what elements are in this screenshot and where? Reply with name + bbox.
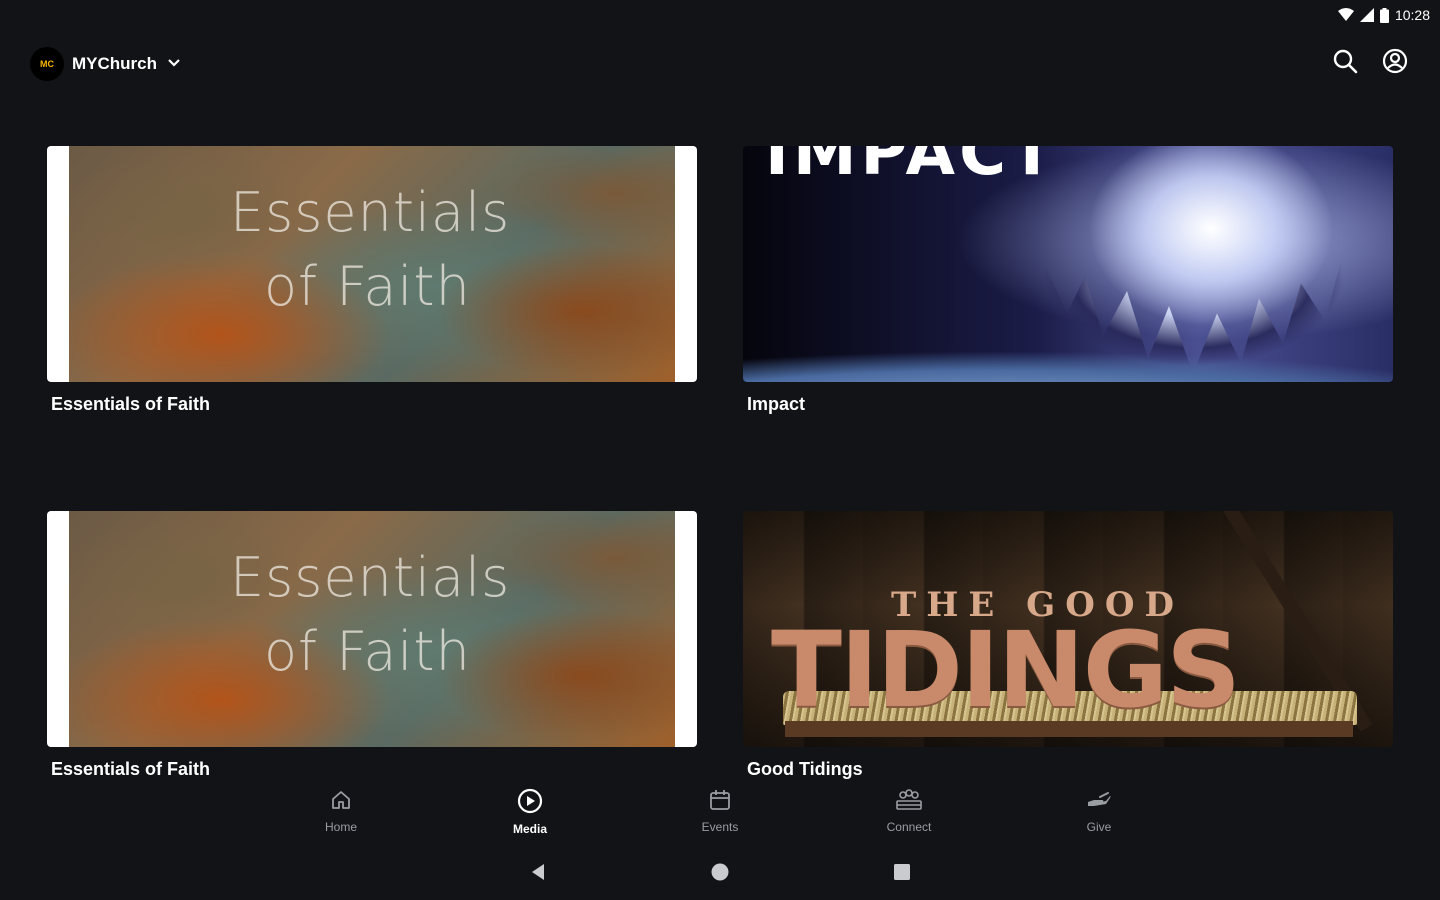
nav-events[interactable]: Events (675, 788, 765, 834)
media-card[interactable]: IMPACT Impact (743, 146, 1393, 415)
play-circle-icon (517, 788, 543, 819)
artwork-text: IMPACT (765, 146, 1058, 190)
nav-media[interactable]: Media (485, 788, 575, 836)
app-bar: MC MYChurch (30, 44, 1410, 84)
series-artwork: IMPACT (743, 146, 1393, 382)
nav-home[interactable]: Home (296, 788, 386, 834)
church-logo: MC (30, 47, 64, 81)
media-title: Essentials of Faith (51, 394, 211, 414)
nav-give[interactable]: Give (1054, 788, 1144, 834)
nav-label: Media (512, 822, 547, 836)
bottom-navigation: Home Media Events Connect Give (0, 788, 1440, 844)
artwork-text: Essentials of Faith (230, 541, 510, 689)
account-button[interactable] (1380, 48, 1410, 78)
artwork-line: of Faith (264, 255, 471, 318)
artwork-line: Essentials (230, 181, 511, 244)
media-card[interactable]: Essentials of Faith Essentials of Faith (47, 511, 697, 780)
clock: 10:28 (1394, 7, 1430, 23)
artwork-text: Essentials of Faith (230, 176, 510, 324)
app-actions (1330, 48, 1410, 78)
series-artwork: Essentials of Faith (47, 511, 697, 747)
chevron-down-icon (167, 55, 181, 73)
artwork-text: TIDINGS (771, 609, 1241, 731)
account-circle-icon (1382, 48, 1408, 79)
nav-label: Connect (886, 820, 932, 834)
status-bar: 10:28 (1337, 0, 1440, 30)
church-selector[interactable]: MC MYChurch (30, 47, 181, 81)
media-card[interactable]: THE GOOD TIDINGS Good Tidings (743, 511, 1393, 780)
cell-signal-icon (1359, 8, 1374, 22)
media-title: Essentials of Faith (51, 759, 211, 779)
nav-label: Home (324, 820, 357, 834)
church-name: MYChurch (72, 54, 157, 73)
recents-square-icon (892, 862, 912, 887)
group-icon (895, 788, 923, 817)
impact-splash-image (1043, 253, 1343, 381)
artwork-line: Essentials (230, 546, 511, 609)
home-circle-icon (710, 862, 730, 887)
home-icon (329, 788, 353, 817)
give-hand-icon (1086, 788, 1112, 817)
media-title: Good Tidings (747, 759, 863, 779)
wifi-icon (1337, 8, 1354, 22)
nav-label: Give (1086, 820, 1112, 834)
home-system-button[interactable] (708, 862, 732, 886)
recents-button[interactable] (890, 862, 914, 886)
calendar-icon (708, 788, 732, 817)
system-navigation-bar (0, 858, 1440, 890)
series-artwork: Essentials of Faith (47, 146, 697, 382)
battery-icon (1379, 7, 1389, 23)
media-title: Impact (747, 394, 806, 414)
media-card[interactable]: Essentials of Faith Essentials of Faith (47, 146, 697, 415)
nav-label: Events (701, 820, 739, 834)
back-triangle-icon (528, 862, 548, 887)
back-button[interactable] (526, 862, 550, 886)
search-icon (1332, 48, 1358, 79)
search-button[interactable] (1330, 48, 1360, 78)
nav-connect[interactable]: Connect (864, 788, 954, 834)
media-screen: 10:28 MC MYChurch Essentials of Faith Es… (0, 0, 1440, 900)
artwork-line: of Faith (264, 620, 471, 683)
series-artwork: THE GOOD TIDINGS (743, 511, 1393, 747)
